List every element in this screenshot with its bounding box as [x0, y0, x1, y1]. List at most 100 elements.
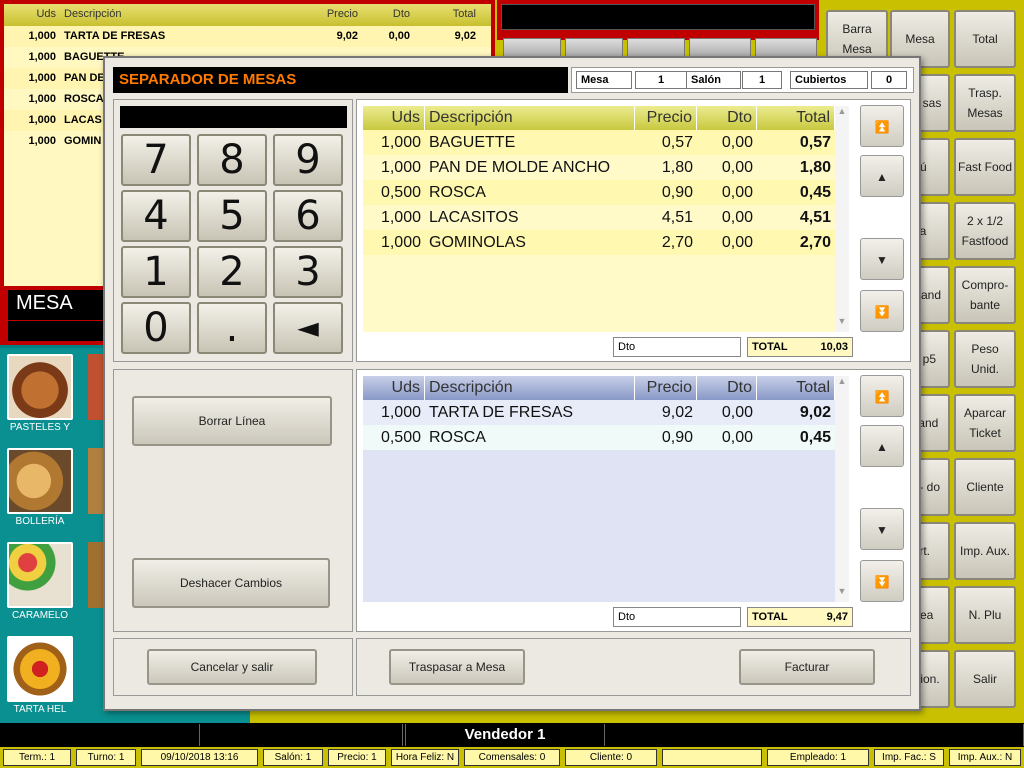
- key-1[interactable]: 1: [121, 246, 191, 298]
- scroll-up-icon[interactable]: ▲: [860, 155, 904, 197]
- cell-dto: 0,00: [721, 404, 753, 421]
- trasp-mesas-button[interactable]: Trasp. Mesas: [954, 74, 1016, 132]
- category-bolleria[interactable]: BOLLERÍA: [5, 448, 75, 527]
- key-6[interactable]: 6: [273, 190, 343, 242]
- table-row[interactable]: 1,000 TARTA DE FRESAS 9,02 0,00 9,02: [363, 400, 835, 425]
- bottom-total-label: TOTAL: [752, 611, 788, 623]
- col-precio: Precio: [635, 106, 697, 130]
- key-0[interactable]: 0: [121, 302, 191, 354]
- category-tarta-helada[interactable]: TARTA HEL: [5, 636, 75, 715]
- status-empty: [662, 749, 762, 766]
- background-key[interactable]: [503, 38, 561, 58]
- col-dto: Dto: [392, 8, 410, 20]
- cancelar-salir-button[interactable]: Cancelar y salir: [147, 649, 317, 685]
- n-plu-button[interactable]: N. Plu: [954, 586, 1016, 644]
- scroll-up-icon[interactable]: ▲: [860, 425, 904, 467]
- cake-icon: [7, 354, 73, 420]
- scroll-top-icon[interactable]: ⏫: [860, 105, 904, 147]
- cell-desc: PAN DE MOLDE ANCHO: [429, 159, 611, 176]
- fastfood-half-button[interactable]: 2 x 1/2 Fastfood: [954, 202, 1016, 260]
- top-dto-field[interactable]: Dto: [613, 337, 741, 357]
- peso-unid-button[interactable]: Peso Unid.: [954, 330, 1016, 388]
- total-button[interactable]: Total: [954, 10, 1016, 68]
- category-label: BOLLERÍA: [15, 516, 65, 527]
- cell-uds: 1,000: [28, 72, 56, 84]
- background-key[interactable]: [755, 38, 817, 58]
- cell-total: 9,02: [799, 404, 831, 421]
- col-desc: Descripción: [64, 8, 122, 20]
- col-precio: Precio: [635, 376, 697, 400]
- aparcar-ticket-button[interactable]: Aparcar Ticket: [954, 394, 1016, 452]
- category-partial[interactable]: [88, 354, 104, 420]
- status-hora-feliz: Hora Feliz: N: [391, 749, 459, 766]
- bottom-dto-field[interactable]: Dto: [613, 607, 741, 627]
- fast-food-button[interactable]: Fast Food: [954, 138, 1016, 196]
- deshacer-cambios-button[interactable]: Deshacer Cambios: [132, 558, 330, 608]
- cell-desc: ROSCA: [429, 429, 486, 446]
- col-dto: Dto: [697, 106, 757, 130]
- category-partial[interactable]: [88, 542, 104, 608]
- status-comensales: Comensales: 0: [464, 749, 560, 766]
- key-9[interactable]: 9: [273, 134, 343, 186]
- category-caramelo[interactable]: CARAMELO: [5, 542, 75, 621]
- scroll-top-icon[interactable]: ⏫: [860, 375, 904, 417]
- cell-uds: 1,000: [380, 404, 421, 421]
- scroll-down-icon[interactable]: ▼: [860, 238, 904, 280]
- vendor-bar-segment: [0, 724, 200, 746]
- bottom-table-scrollbar[interactable]: ▲ ▼: [835, 376, 849, 602]
- imp-aux-button[interactable]: Imp. Aux.: [954, 522, 1016, 580]
- table-row[interactable]: 1,000 GOMINOLAS 2,70 0,00 2,70: [363, 230, 835, 255]
- top-table-scrollbar[interactable]: ▲ ▼: [835, 106, 849, 332]
- backspace-icon[interactable]: ◄: [273, 302, 343, 354]
- background-key[interactable]: [689, 38, 751, 58]
- table-row[interactable]: 1,000 BAGUETTE 0,57 0,00 0,57: [363, 130, 835, 155]
- cell-uds: 1,000: [28, 51, 56, 63]
- col-total: Total: [757, 106, 835, 130]
- cell-precio: 4,51: [661, 209, 693, 226]
- status-imp-aux: Imp. Aux.: N: [949, 749, 1021, 766]
- scroll-down-icon[interactable]: ▼: [860, 508, 904, 550]
- key-7[interactable]: 7: [121, 134, 191, 186]
- background-key[interactable]: [627, 38, 685, 58]
- cell-desc: LACASITOS: [429, 209, 519, 226]
- top-ticket-table: Uds Descripción Precio Dto Total 1,000 BA…: [363, 106, 835, 332]
- cell-dto: 0,00: [721, 234, 753, 251]
- category-partial[interactable]: [88, 448, 104, 514]
- status-bar: Term.: 1 Turno: 1 09/10/2018 13:16 Salón…: [0, 748, 1024, 768]
- table-row[interactable]: 1,000 TARTA DE FRESAS 9,02 0,00 9,02: [4, 26, 491, 47]
- key-3[interactable]: 3: [273, 246, 343, 298]
- scroll-bottom-icon[interactable]: ⏬: [860, 290, 904, 332]
- bottom-total-box: TOTAL 9,47: [747, 607, 853, 627]
- table-row[interactable]: 1,000 LACASITOS 4,51 0,00 4,51: [363, 205, 835, 230]
- table-row[interactable]: 0,500 ROSCA 0,90 0,00 0,45: [363, 425, 835, 450]
- col-total: Total: [757, 376, 835, 400]
- cell-precio: 0,90: [661, 429, 693, 446]
- key-2[interactable]: 2: [197, 246, 267, 298]
- traspasar-mesa-button[interactable]: Traspasar a Mesa: [389, 649, 525, 685]
- cliente-button[interactable]: Cliente: [954, 458, 1016, 516]
- status-precio: Precio: 1: [328, 749, 386, 766]
- col-uds: Uds: [363, 376, 425, 400]
- table-row[interactable]: 1,000 PAN DE MOLDE ANCHO 1,80 0,00 1,80: [363, 155, 835, 180]
- borrar-linea-button[interactable]: Borrar Línea: [132, 396, 332, 446]
- salir-button[interactable]: Salir: [954, 650, 1016, 708]
- key-5[interactable]: 5: [197, 190, 267, 242]
- mesa-subdisplay: [8, 321, 108, 341]
- table-row[interactable]: 0,500 ROSCA 0,90 0,00 0,45: [363, 180, 835, 205]
- status-empleado: Empleado: 1: [767, 749, 869, 766]
- key-decimal[interactable]: .: [197, 302, 267, 354]
- col-uds: Uds: [363, 106, 425, 130]
- cell-desc: ROSCA: [429, 184, 486, 201]
- cell-desc: GOMINOLAS: [429, 234, 526, 251]
- facturar-button[interactable]: Facturar: [739, 649, 875, 685]
- col-desc: Descripción: [425, 106, 635, 130]
- vendedor-label[interactable]: Vendedor 1: [405, 724, 605, 746]
- scroll-bottom-icon[interactable]: ⏬: [860, 560, 904, 602]
- key-4[interactable]: 4: [121, 190, 191, 242]
- cell-uds: 0,500: [380, 429, 421, 446]
- comprobante-button[interactable]: Compro- bante: [954, 266, 1016, 324]
- background-key[interactable]: [565, 38, 623, 58]
- category-pasteles[interactable]: PASTELES Y: [5, 354, 75, 433]
- status-turno: Turno: 1: [76, 749, 136, 766]
- key-8[interactable]: 8: [197, 134, 267, 186]
